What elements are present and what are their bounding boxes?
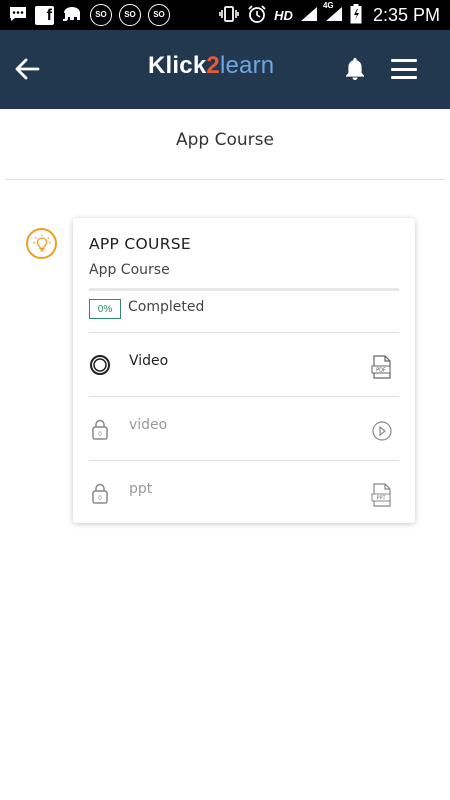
- bell-icon: [346, 58, 364, 80]
- course-item-ppt-locked[interactable]: 0 ppt PPT: [73, 461, 415, 525]
- alarm-icon: [247, 4, 267, 26]
- svg-text:PDF: PDF: [376, 368, 386, 374]
- course-card: APP COURSE App Course 0% Completed Video…: [73, 218, 415, 523]
- hamburger-bar: [391, 67, 417, 71]
- lock-icon: 0: [89, 481, 111, 505]
- signal-type-label: 4G: [322, 1, 334, 10]
- menu-button[interactable]: [389, 57, 419, 81]
- logo-part-1: Klick: [148, 52, 207, 79]
- item-label: ppt: [129, 481, 153, 497]
- progress-ring-icon: [89, 353, 111, 377]
- back-button[interactable]: [12, 54, 42, 84]
- course-subtitle: App Course: [89, 262, 170, 278]
- item-label: Video: [129, 353, 169, 369]
- arrow-left-icon: [15, 58, 40, 80]
- title-divider: [5, 179, 445, 180]
- app-logo: Klick 2 learn: [148, 52, 274, 86]
- notifications-button[interactable]: [342, 54, 368, 84]
- hamburger-bar: [391, 59, 417, 62]
- lock-icon: 0: [89, 417, 111, 441]
- battery-icon: [350, 4, 362, 26]
- course-item-video-locked[interactable]: 0 video: [73, 397, 415, 461]
- facebook-icon: f: [35, 5, 54, 25]
- hd-label: HD: [274, 7, 293, 23]
- so-icon: SO: [148, 4, 170, 26]
- so-icon: SO: [90, 4, 112, 26]
- vibrate-icon: [218, 5, 240, 25]
- progress-percent-badge: 0%: [89, 299, 121, 319]
- logo-part-3: learn: [219, 52, 275, 79]
- system-status: HD 4G 2:35 PM: [218, 2, 440, 26]
- pdf-file-icon[interactable]: PDF: [370, 355, 394, 379]
- app-header: Klick 2 learn: [0, 30, 450, 109]
- clock: 2:35 PM: [372, 4, 440, 25]
- svg-text:0: 0: [98, 495, 102, 502]
- svg-text:PPT: PPT: [376, 496, 386, 502]
- course-item-video[interactable]: Video PDF: [73, 333, 415, 397]
- play-circle-icon[interactable]: [370, 419, 394, 443]
- lightbulb-icon: [26, 228, 57, 259]
- item-label: video: [129, 417, 168, 433]
- signal-4g-icon: 4G: [323, 2, 343, 24]
- page-title: App Course: [176, 130, 274, 150]
- chat-icon: [8, 5, 28, 25]
- ppt-file-icon[interactable]: PPT: [370, 483, 394, 507]
- elephant-icon: [61, 5, 83, 25]
- hamburger-bar: [391, 76, 417, 79]
- progress-bar: [89, 288, 399, 291]
- progress-label: Completed: [128, 299, 205, 315]
- logo-part-2: 2: [206, 52, 220, 79]
- course-title: APP COURSE: [89, 235, 191, 253]
- svg-text:0: 0: [98, 431, 102, 438]
- status-bar: f SO SO SO HD 4G 2:35 PM: [0, 0, 450, 30]
- notification-icons: f SO SO SO: [8, 4, 170, 26]
- so-icon: SO: [119, 4, 141, 26]
- signal-icon: [300, 6, 318, 24]
